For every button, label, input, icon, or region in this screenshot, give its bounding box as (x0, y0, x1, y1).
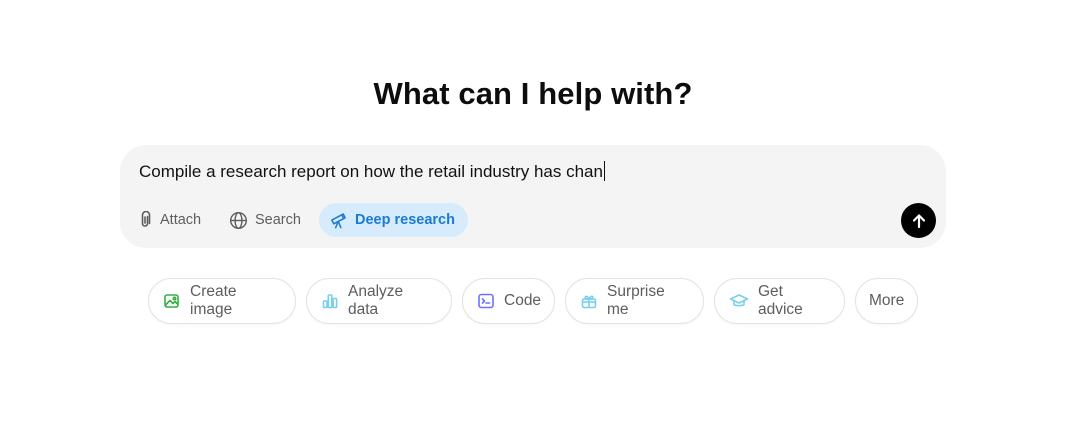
paperclip-icon (137, 211, 153, 229)
send-button[interactable] (901, 203, 936, 238)
code-chip[interactable]: Code (462, 278, 555, 324)
prompt-input[interactable]: Compile a research report on how the ret… (139, 161, 605, 182)
analyze-data-chip[interactable]: Analyze data (306, 278, 452, 324)
telescope-icon (329, 211, 348, 230)
page-title: What can I help with? (373, 76, 693, 111)
create-image-chip[interactable]: Create image (148, 278, 296, 324)
bar-chart-icon (321, 292, 339, 310)
prompt-input-text: Compile a research report on how the ret… (139, 162, 603, 181)
prompt-composer[interactable]: Compile a research report on how the ret… (120, 145, 946, 248)
attach-label: Attach (160, 212, 202, 228)
search-button[interactable]: Search (229, 203, 301, 237)
deep-research-button[interactable]: Deep research (319, 203, 468, 237)
gift-icon (580, 292, 598, 310)
analyze-data-label: Analyze data (348, 283, 404, 318)
search-label: Search (255, 212, 301, 228)
more-chip[interactable]: More (855, 278, 918, 324)
attach-button[interactable]: Attach (137, 203, 201, 237)
create-image-label: Create image (190, 283, 237, 318)
chat-home: What can I help with? Compile a research… (0, 0, 1080, 422)
text-caret (603, 161, 605, 181)
terminal-icon (477, 292, 495, 310)
get-advice-chip[interactable]: Get advice (714, 278, 845, 324)
code-label: Code (504, 292, 542, 309)
more-label: More (869, 292, 905, 309)
image-icon (163, 292, 181, 310)
graduation-cap-icon (729, 292, 749, 310)
surprise-me-label: Surprise me (607, 283, 665, 318)
surprise-me-chip[interactable]: Surprise me (565, 278, 704, 324)
suggestion-chips: Create image Analyze data Code Surprise … (0, 278, 1080, 324)
globe-icon (229, 211, 248, 230)
arrow-up-icon (911, 213, 927, 229)
get-advice-label: Get advice (758, 283, 803, 318)
deep-research-label: Deep research (355, 212, 455, 228)
